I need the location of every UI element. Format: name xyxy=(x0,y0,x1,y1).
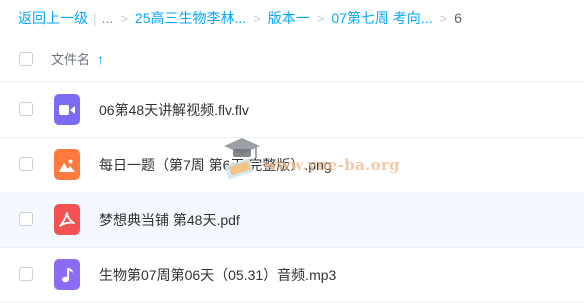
select-all-checkbox[interactable] xyxy=(19,51,33,66)
image-icon xyxy=(54,149,80,180)
breadcrumb-item-course[interactable]: 25高三生物李林... xyxy=(135,8,246,28)
row-checkbox[interactable] xyxy=(19,102,33,116)
file-name[interactable]: 生物第07周第06天（05.31）音频.mp3 xyxy=(99,265,336,285)
breadcrumb-item-week[interactable]: 07第七周 考向... xyxy=(331,8,432,28)
chevron-right-icon: > xyxy=(439,10,448,26)
file-row[interactable]: 梦想典当铺 第48天.pdf xyxy=(0,192,584,248)
row-checkbox[interactable] xyxy=(19,267,33,281)
file-name[interactable]: 每日一题（第7周 第6天 完整版）.png xyxy=(99,155,332,175)
file-list-header: 文件名 ↑ xyxy=(0,36,584,82)
arrow-up-icon[interactable]: ↑ xyxy=(97,51,104,67)
chevron-right-icon: > xyxy=(253,10,261,26)
file-name[interactable]: 梦想典当铺 第48天.pdf xyxy=(99,210,240,230)
chevron-right-icon: > xyxy=(120,10,128,26)
music-icon xyxy=(54,259,80,290)
breadcrumb: 返回上一级 | ... > 25高三生物李林... > 版本一 > 07第七周 … xyxy=(18,0,584,36)
pdf-icon xyxy=(54,204,80,235)
breadcrumb-current: 6 xyxy=(454,10,462,26)
row-checkbox[interactable] xyxy=(19,212,33,226)
file-row[interactable]: 06第48天讲解视频.flv.flv xyxy=(0,82,584,138)
file-name[interactable]: 06第48天讲解视频.flv.flv xyxy=(99,100,249,120)
row-checkbox[interactable] xyxy=(19,157,33,171)
file-row[interactable]: 生物第07周第06天（05.31）音频.mp3 xyxy=(0,247,584,303)
column-name-label: 文件名 xyxy=(51,52,91,67)
breadcrumb-item-version[interactable]: 版本一 xyxy=(268,8,310,28)
breadcrumb-divider: | xyxy=(93,10,97,26)
file-row[interactable]: 每日一题（第7周 第6天 完整版）.png xyxy=(0,137,584,193)
video-icon xyxy=(54,94,80,125)
breadcrumb-ellipsis[interactable]: ... xyxy=(102,10,114,26)
column-header-filename[interactable]: 文件名 ↑ xyxy=(51,49,104,68)
chevron-right-icon: > xyxy=(316,10,325,26)
back-link[interactable]: 返回上一级 xyxy=(18,8,88,28)
